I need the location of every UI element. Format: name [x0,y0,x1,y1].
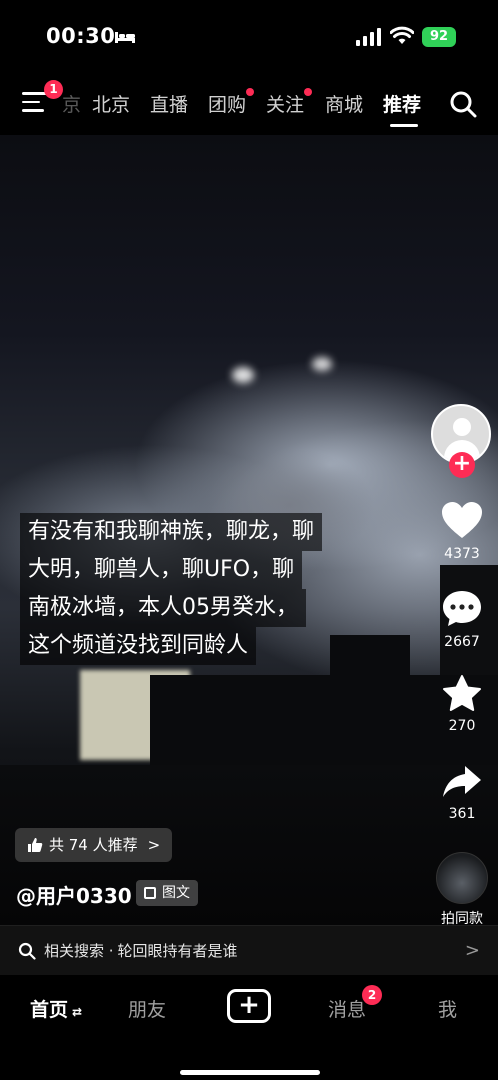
tab-mall[interactable]: 商城 [325,90,363,117]
cloud-glow-left [232,367,254,383]
top-nav: 1 京 北京 直播 团购 关注 商城 推荐 [0,80,498,128]
search-icon [18,942,36,960]
wifi-icon [390,26,414,44]
image-post-label: 图文 [162,885,190,901]
tab-group-buy-label: 团购 [208,94,247,116]
tab-group-buy-dot [246,88,255,96]
share-count: 361 [448,806,476,822]
tab-live[interactable]: 直播 [150,90,188,117]
heart-icon [442,502,482,538]
bottom-nav: 首页 ⇄ 朋友 + 消息 2 我 [0,975,498,1080]
comment-button[interactable]: 2667 [430,588,494,650]
tab-group-buy[interactable]: 团购 [208,88,255,117]
chevron-right-icon: > [147,836,161,854]
menu-notification-badge: 1 [44,80,63,99]
tab-following[interactable]: 关注 [266,88,313,117]
avatar-head [453,418,471,436]
caption-line: 南极冰墙，本人05男癸水， [20,589,306,627]
active-tab-underline [390,124,418,127]
menu-line [22,100,40,103]
nav-home-label: 首页 [30,999,69,1021]
status-bar: 00:30 92 [0,0,498,70]
image-stack-icon [144,887,156,899]
nav-messages[interactable]: 消息 [328,995,366,1022]
menu-button[interactable] [22,92,48,114]
nav-friends[interactable]: 朋友 [128,995,166,1022]
remix-thumbnail [436,852,488,904]
favorite-count: 270 [448,718,476,734]
caption-line: 有没有和我聊神族，聊龙，聊 [20,513,323,551]
share-button[interactable]: 361 [430,764,494,822]
tab-city-partial[interactable]: 京 [62,90,81,117]
caption-line: 这个频道没找到同龄人 [20,627,257,665]
favorite-button[interactable]: 270 [430,674,494,734]
like-count: 4373 [444,546,480,562]
image-post-tag: 图文 [136,880,198,906]
tab-following-dot [304,88,313,96]
nav-me[interactable]: 我 [438,995,457,1022]
cloud-glow-right [312,357,332,371]
follow-button[interactable]: + [449,452,475,478]
share-arrow-icon [443,766,481,797]
chevron-right-icon: > [464,940,480,961]
tab-beijing[interactable]: 北京 [92,90,130,117]
remix-button[interactable]: 拍同款 [432,852,492,928]
recommend-count-text: 共 74 人推荐 [49,836,138,854]
cell-signal-icon [356,28,381,46]
recommend-pill[interactable]: 共 74 人推荐 > [15,828,173,862]
related-search-prefix: 相关搜索 · [44,942,114,960]
author-handle[interactable]: @用户0330 [16,880,132,909]
tab-recommended[interactable]: 推荐 [383,90,421,117]
home-indicator [180,1070,320,1075]
create-post-button[interactable]: + [227,989,271,1023]
refresh-arrows-icon: ⇄ [72,1005,83,1019]
messages-badge: 2 [362,985,382,1005]
related-search-bar[interactable]: 相关搜索 · 轮回眼持有者是谁 > [0,925,498,975]
status-time: 00:30 [46,24,116,48]
like-button[interactable]: 4373 [430,500,494,562]
comment-bubble-icon [443,591,481,626]
post-caption: 有没有和我聊神族，聊龙，聊 大明，聊兽人，聊UFO，聊 南极冰墙，本人05男癸水… [20,513,420,665]
tab-following-label: 关注 [266,94,305,116]
comment-count: 2667 [444,634,480,650]
battery-indicator: 92 [422,27,456,47]
thumbs-up-icon [28,838,43,852]
nav-home[interactable]: 首页 ⇄ [30,995,82,1022]
caption-line: 大明，聊兽人，聊UFO，聊 [20,551,303,589]
search-icon[interactable] [449,90,477,118]
sleep-bed-icon [115,32,135,43]
related-search-query: 轮回眼持有者是谁 [117,942,238,960]
menu-line [22,109,44,112]
star-icon [443,675,481,711]
